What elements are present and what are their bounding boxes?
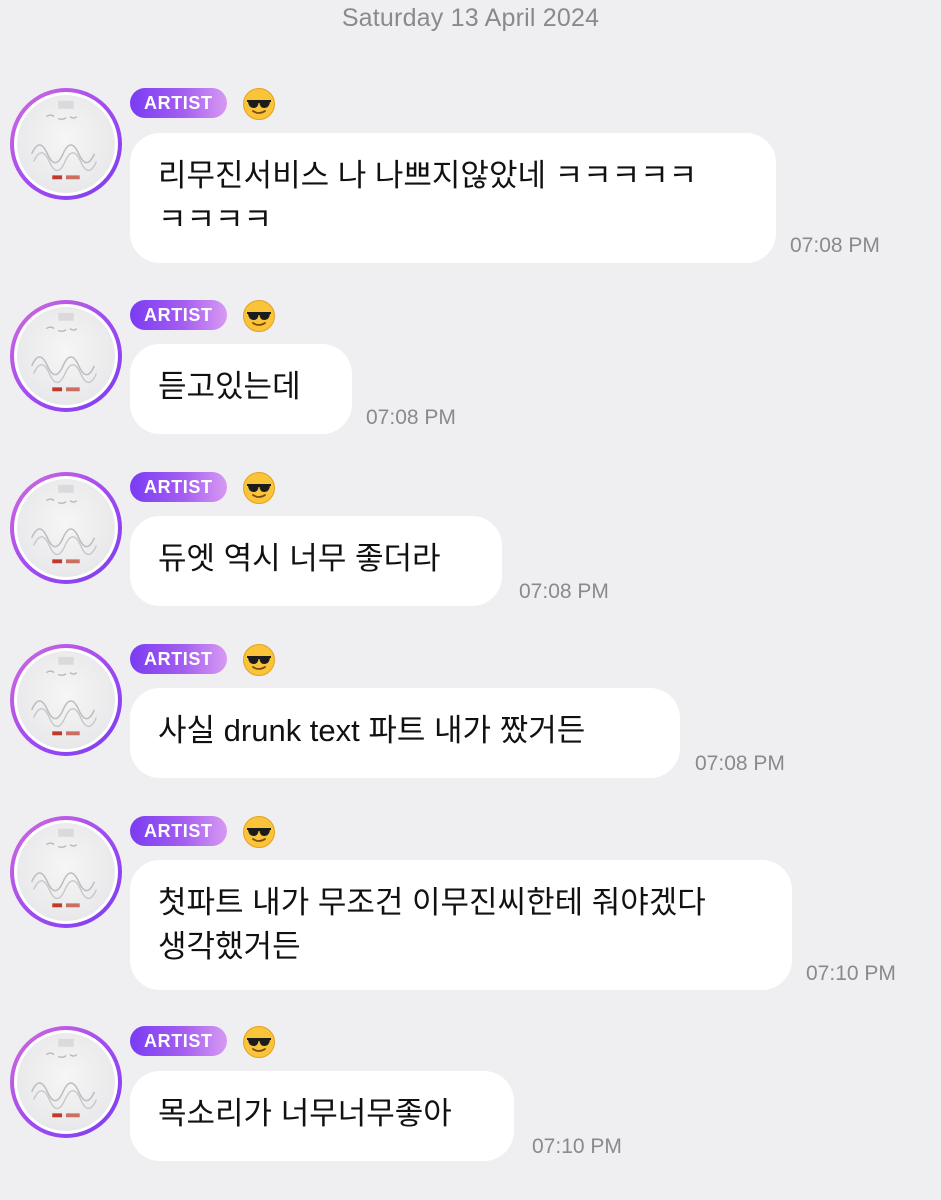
- message-line: 리무진서비스 나 나쁘지않았네 ㅋㅋㅋㅋㅋ: [158, 158, 698, 193]
- message-line: 듣고있는데: [158, 369, 301, 404]
- date-header: Saturday 13 April 2024: [341, 4, 600, 32]
- message-row: ARTIST 사실 drunk text 파트 내가 짰거든 07:08 PM: [0, 644, 941, 779]
- album-cover-scribble-avatar-icon: [17, 479, 115, 577]
- message-bubble[interactable]: 리무진서비스 나 나쁘지않았네 ㅋㅋㅋㅋㅋ ㅋㅋㅋㅋ: [130, 133, 776, 263]
- artist-badge: ARTIST: [130, 1026, 227, 1056]
- album-cover-scribble-avatar-icon: [17, 307, 115, 405]
- sunglasses-emoji-icon: [242, 643, 276, 677]
- message-timestamp: 07:08 PM: [519, 580, 609, 603]
- avatar[interactable]: [10, 88, 122, 200]
- album-cover-scribble-avatar-icon: [17, 651, 115, 749]
- sunglasses-emoji-icon: [242, 471, 276, 505]
- artist-badge: ARTIST: [130, 300, 227, 330]
- avatar[interactable]: [10, 472, 122, 584]
- avatar[interactable]: [10, 816, 122, 928]
- message-bubble[interactable]: 듣고있는데: [130, 344, 352, 434]
- avatar[interactable]: [10, 644, 122, 756]
- message-timestamp: 07:08 PM: [790, 234, 880, 257]
- message-timestamp: 07:10 PM: [532, 1135, 622, 1158]
- album-cover-scribble-avatar-icon: [17, 823, 115, 921]
- message-bubble[interactable]: 사실 drunk text 파트 내가 짰거든: [130, 688, 680, 778]
- sunglasses-emoji-icon: [242, 1025, 276, 1059]
- message-line: 사실 drunk text 파트 내가 짰거든: [158, 713, 586, 748]
- message-line: 목소리가 너무너무좋아: [158, 1096, 452, 1131]
- message-timestamp: 07:08 PM: [695, 752, 785, 775]
- message-row: ARTIST 듣고있는데 07:08 PM: [0, 300, 941, 435]
- message-timestamp: 07:08 PM: [366, 406, 456, 429]
- message-row: ARTIST 목소리가 너무너무좋아 07:10 PM: [0, 1026, 941, 1164]
- message-row: ARTIST 리무진서비스 나 나쁘지않았네 ㅋㅋㅋㅋㅋ ㅋㅋㅋㅋ 07:08 …: [0, 88, 941, 263]
- message-bubble[interactable]: 첫파트 내가 무조건 이무진씨한테 줘야겠다 생각했거든: [130, 860, 792, 990]
- message-line: 첫파트 내가 무조건 이무진씨한테 줘야겠다: [158, 885, 706, 920]
- message-line: ㅋㅋㅋㅋ: [158, 202, 273, 237]
- message-row: ARTIST 첫파트 내가 무조건 이무진씨한테 줘야겠다 생각했거든 07:1…: [0, 816, 941, 991]
- artist-badge: ARTIST: [130, 644, 227, 674]
- artist-badge: ARTIST: [130, 88, 227, 118]
- message-line: 생각했거든: [158, 929, 301, 964]
- message-line: 듀엣 역시 너무 좋더라: [158, 541, 441, 576]
- sunglasses-emoji-icon: [242, 815, 276, 849]
- artist-badge: ARTIST: [130, 816, 227, 846]
- message-bubble[interactable]: 목소리가 너무너무좋아: [130, 1071, 514, 1161]
- avatar[interactable]: [10, 1026, 122, 1138]
- message-bubble[interactable]: 듀엣 역시 너무 좋더라: [130, 516, 502, 606]
- album-cover-scribble-avatar-icon: [17, 95, 115, 193]
- avatar[interactable]: [10, 300, 122, 412]
- sunglasses-emoji-icon: [242, 299, 276, 333]
- message-row: ARTIST 듀엣 역시 너무 좋더라 07:08 PM: [0, 472, 941, 607]
- album-cover-scribble-avatar-icon: [17, 1033, 115, 1131]
- message-timestamp: 07:10 PM: [806, 962, 896, 985]
- artist-badge: ARTIST: [130, 472, 227, 502]
- sunglasses-emoji-icon: [242, 87, 276, 121]
